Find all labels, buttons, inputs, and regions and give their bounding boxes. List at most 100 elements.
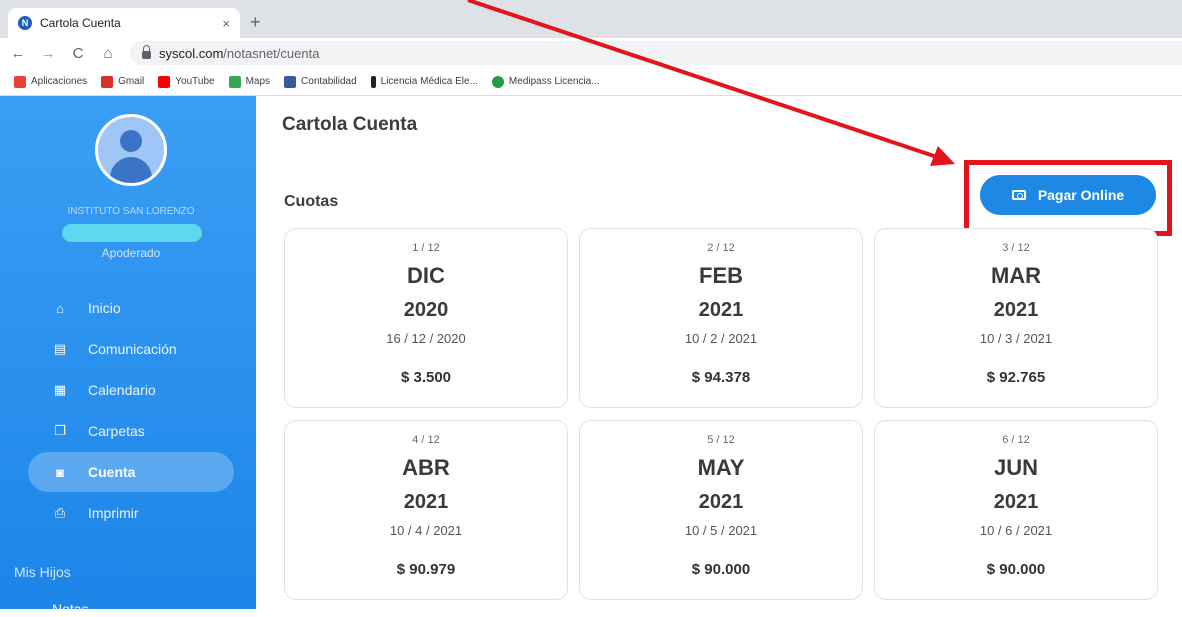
home-icon: ⌂ [56,300,64,316]
medipass-icon [491,75,504,88]
close-tab-icon[interactable]: × [222,16,230,31]
cuota-number: 4 / 12 [412,434,440,446]
pagar-online-label: Pagar Online [1037,187,1125,203]
cuota-year: 2021 [403,491,449,513]
cuota-month: JUN [993,455,1038,480]
cuota-due-date: 10 / 5 / 2021 [684,523,758,538]
cuota-number: 6 / 12 [1002,434,1030,446]
sidebar-item-imprimir[interactable]: ⎙ Imprimir [28,493,234,533]
cash-icon: ◙ [56,464,64,480]
bookmark-aplicaciones[interactable]: Aplicaciones [14,75,87,88]
mis-hijos-label: Mis Hijos [14,564,71,580]
cuota-card-4: 4 / 12 ABR 2021 10 / 4 / 2021 $ 90.979 [284,420,568,600]
home-button-icon[interactable]: ⌂ [96,45,120,62]
sidebar-menu: ⌂ Inicio ▤ Comunicación ▦ Calendario ❐ C… [28,288,234,534]
user-role: Apoderado [101,246,161,260]
redacted-user-name [62,224,202,242]
cuota-amount: $ 92.765 [986,369,1046,386]
main-content: Cartola Cuenta Cuotas Pagar Online 1 / 1… [256,96,1182,609]
money-icon [1011,190,1026,200]
school-name: INSTITUTO SAN LORENZO [67,206,195,217]
sidebar-item-carpetas[interactable]: ❐ Carpetas [28,411,234,451]
avatar[interactable] [95,114,167,186]
bookmark-licencia-medica[interactable]: Licencia Médica Ele... [370,75,478,88]
pagar-online-button[interactable]: Pagar Online [980,175,1156,215]
bookmarks-bar: Aplicaciones Gmail YouTube Maps Contabil… [0,68,1182,96]
cuota-month: MAR [990,263,1042,288]
bookmark-medipass[interactable]: Medipass Licencia... [491,75,600,88]
section-title-cuotas: Cuotas [284,193,339,210]
cuota-month: FEB [699,263,743,288]
cuota-amount: $ 90.000 [691,561,751,578]
cuota-number: 3 / 12 [1002,242,1030,254]
cuota-card-2: 2 / 12 FEB 2021 10 / 2 / 2021 $ 94.378 [579,228,863,408]
cuota-year: 2021 [993,491,1039,513]
youtube-icon [158,75,171,88]
cuota-due-date: 10 / 4 / 2021 [389,523,463,538]
sidebar: INSTITUTO SAN LORENZO Apoderado ⌂ Inicio… [0,96,256,617]
tab-title: Cartola Cuenta [40,16,121,30]
avatar-head-icon [120,130,142,152]
bookmark-gmail[interactable]: Gmail [101,75,144,88]
cuota-amount: $ 90.000 [986,561,1046,578]
gmail-icon [101,75,114,88]
cuota-month: DIC [407,263,445,288]
cuota-due-date: 10 / 3 / 2021 [979,331,1053,346]
reload-icon[interactable]: C [66,45,90,62]
message-icon: ▤ [53,341,67,356]
cuota-card-5: 5 / 12 MAY 2021 10 / 5 / 2021 $ 90.000 [579,420,863,600]
sidebar-item-label: Calendario [88,382,156,398]
sidebar-item-label: Imprimir [88,505,139,521]
sidebar-item-label: Comunicación [88,341,177,357]
cuota-card-1: 1 / 12 DIC 2020 16 / 12 / 2020 $ 3.500 [284,228,568,408]
sidebar-item-label: Inicio [88,300,121,316]
cuota-due-date: 10 / 2 / 2021 [684,331,758,346]
contabilidad-icon [284,75,297,88]
sidebar-item-cuenta[interactable]: ◙ Cuenta [28,452,234,492]
url-path: /notasnet/cuenta [223,45,320,61]
print-icon: ⎙ [54,505,66,520]
cuota-year: 2021 [698,491,744,513]
cuota-month: MAY [697,455,745,480]
bookmark-contabilidad[interactable]: Contabilidad [284,75,357,88]
calendar-icon: ▦ [53,382,67,397]
favicon-icon: N [18,16,32,30]
sidebar-item-inicio[interactable]: ⌂ Inicio [28,288,234,328]
cuota-amount: $ 94.378 [691,369,751,386]
page-title: Cartola Cuenta [282,114,418,135]
maps-icon [228,75,241,88]
browser-tab[interactable]: N Cartola Cuenta × [8,8,240,38]
address-bar[interactable]: syscol.com/notasnet/cuenta [130,41,1182,65]
sidebar-item-comunicacion[interactable]: ▤ Comunicación [28,329,234,369]
new-tab-button[interactable]: + [250,12,261,33]
lock-icon [142,45,151,59]
browser-tab-strip: N Cartola Cuenta × + [0,0,1182,38]
cuota-year: 2020 [403,299,449,321]
cuota-amount: $ 90.979 [396,561,456,578]
back-icon[interactable]: ← [6,45,30,62]
cuota-card-3: 3 / 12 MAR 2021 10 / 3 / 2021 $ 92.765 [874,228,1158,408]
bookmark-maps[interactable]: Maps [228,75,270,88]
sidebar-item-label: Carpetas [88,423,145,439]
folder-icon: ❐ [54,423,66,438]
cuota-card-6: 6 / 12 JUN 2021 10 / 6 / 2021 $ 90.000 [874,420,1158,600]
avatar-body-icon [110,157,152,183]
sidebar-item-notas[interactable]: Notas [52,601,89,617]
cuota-due-date: 10 / 6 / 2021 [979,523,1053,538]
url-domain: syscol.com [159,45,224,61]
cuota-number: 5 / 12 [707,434,735,446]
cuota-amount: $ 3.500 [400,369,452,386]
cuota-number: 2 / 12 [707,242,735,254]
licencia-icon [370,75,376,88]
browser-toolbar: ← → C ⌂ syscol.com/notasnet/cuenta [0,38,1182,68]
cuota-due-date: 16 / 12 / 2020 [386,331,466,346]
cuota-number: 1 / 12 [412,242,440,254]
cuota-year: 2021 [698,299,744,321]
sidebar-item-label: Cuenta [88,464,136,480]
bookmark-youtube[interactable]: YouTube [158,75,215,88]
cuota-month: ABR [402,455,450,480]
apps-grid-icon [14,75,26,88]
forward-icon[interactable]: → [36,45,60,62]
sidebar-item-calendario[interactable]: ▦ Calendario [28,370,234,410]
cuota-year: 2021 [993,299,1039,321]
